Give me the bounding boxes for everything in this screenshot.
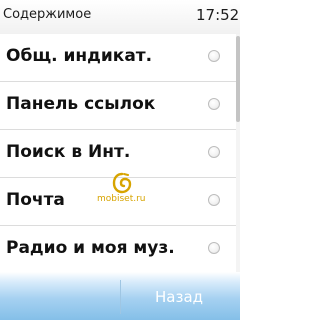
- screen-title: Содержимое: [3, 7, 92, 22]
- radio-button[interactable]: [208, 50, 220, 62]
- list-item[interactable]: Общ. индикат.: [0, 34, 236, 81]
- radio-button[interactable]: [208, 242, 220, 254]
- watermark-text: mobiset.ru: [97, 194, 146, 204]
- list-item-label: Радио и моя муз.: [6, 238, 175, 258]
- status-bar: Содержимое 17:52: [0, 0, 240, 34]
- list-item[interactable]: Радио и моя муз.: [0, 226, 236, 272]
- watermark-logo-icon: [112, 172, 132, 194]
- list-item-label: Общ. индикат.: [6, 46, 153, 66]
- radio-button[interactable]: [208, 194, 220, 206]
- scrollbar-thumb[interactable]: [236, 36, 240, 122]
- left-softkey[interactable]: [0, 272, 120, 320]
- back-button[interactable]: Назад: [121, 272, 240, 320]
- list-item-label: Почта: [6, 190, 65, 210]
- content-list: Общ. индикат. Панель ссылок Поиск в Инт.…: [0, 34, 240, 272]
- list-item[interactable]: Панель ссылок: [0, 82, 236, 129]
- radio-button[interactable]: [208, 98, 220, 110]
- list-item-label: Поиск в Инт.: [6, 142, 131, 162]
- list-item-label: Панель ссылок: [6, 94, 156, 114]
- list-item[interactable]: Поиск в Инт.: [0, 130, 236, 177]
- radio-button[interactable]: [208, 146, 220, 158]
- watermark: mobiset.ru: [97, 172, 177, 212]
- back-button-label: Назад: [155, 288, 204, 306]
- clock: 17:52: [196, 6, 240, 24]
